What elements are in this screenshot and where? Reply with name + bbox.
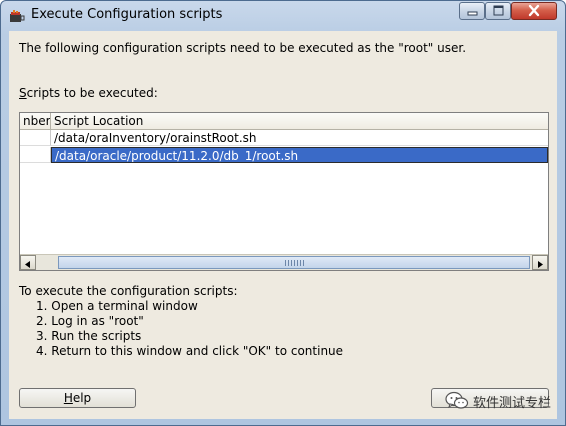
horizontal-scrollbar[interactable] (20, 254, 548, 270)
instruction-step: 1. Open a terminal window (36, 299, 198, 313)
scripts-label-text: cripts to be executed: (26, 86, 158, 100)
java-cup-icon (9, 9, 25, 23)
scripts-label-mnemonic: S (19, 86, 27, 100)
instruction-step: 4. Return to this window and click "OK" … (36, 344, 344, 358)
scroll-left-button[interactable] (20, 255, 36, 270)
row-number-cell (20, 130, 51, 146)
arrow-left-icon (25, 261, 30, 268)
table-row-selected[interactable]: /data/oracle/product/11.2.0/db_1/root.sh (20, 147, 548, 163)
dialog-content: The following configuration scripts need… (9, 31, 557, 419)
help-button-mnemonic: H (63, 391, 73, 405)
maximize-button[interactable] (485, 2, 511, 20)
intro-text: The following configuration scripts need… (19, 41, 467, 55)
instruction-step: 2. Log in as "root" (36, 314, 144, 328)
help-button-label: elp (72, 391, 92, 405)
minimize-icon (467, 11, 478, 16)
minimize-button[interactable] (459, 2, 485, 20)
arrow-right-icon (538, 261, 543, 268)
table-row[interactable]: /data/oraInventory/orainstRoot.sh (20, 130, 548, 146)
help-button[interactable]: Help (19, 388, 136, 408)
watermark-text: 软件测试专栏 (473, 396, 552, 411)
maximize-icon (493, 5, 504, 16)
scrollbar-thumb[interactable] (58, 256, 530, 269)
window-title: Execute Configuration scripts (31, 7, 223, 22)
scripts-table: nber Script Location /data/oraInventory/… (19, 112, 549, 271)
close-button[interactable] (511, 2, 557, 20)
scripts-label: Scripts to be executed: (19, 86, 158, 100)
column-header-script-location[interactable]: Script Location (51, 113, 548, 129)
table-header: nber Script Location (20, 113, 548, 130)
title-bar[interactable]: Execute Configuration scripts (1, 1, 565, 31)
script-location-cell: /data/oracle/product/11.2.0/db_1/root.sh (51, 147, 548, 163)
column-header-number[interactable]: nber (20, 113, 51, 129)
dialog-window: Execute Configuration scripts The follow… (0, 0, 566, 426)
scroll-right-button[interactable] (532, 255, 548, 270)
wechat-icon (445, 391, 469, 411)
instructions-title: To execute the configuration scripts: (19, 284, 238, 298)
row-number-cell (20, 147, 51, 163)
close-icon (528, 4, 540, 17)
instruction-step: 3. Run the scripts (36, 329, 142, 343)
scrollbar-grip-icon (285, 260, 305, 266)
script-location-cell: /data/oraInventory/orainstRoot.sh (51, 130, 548, 146)
watermark: 软件测试专栏 (445, 391, 557, 411)
